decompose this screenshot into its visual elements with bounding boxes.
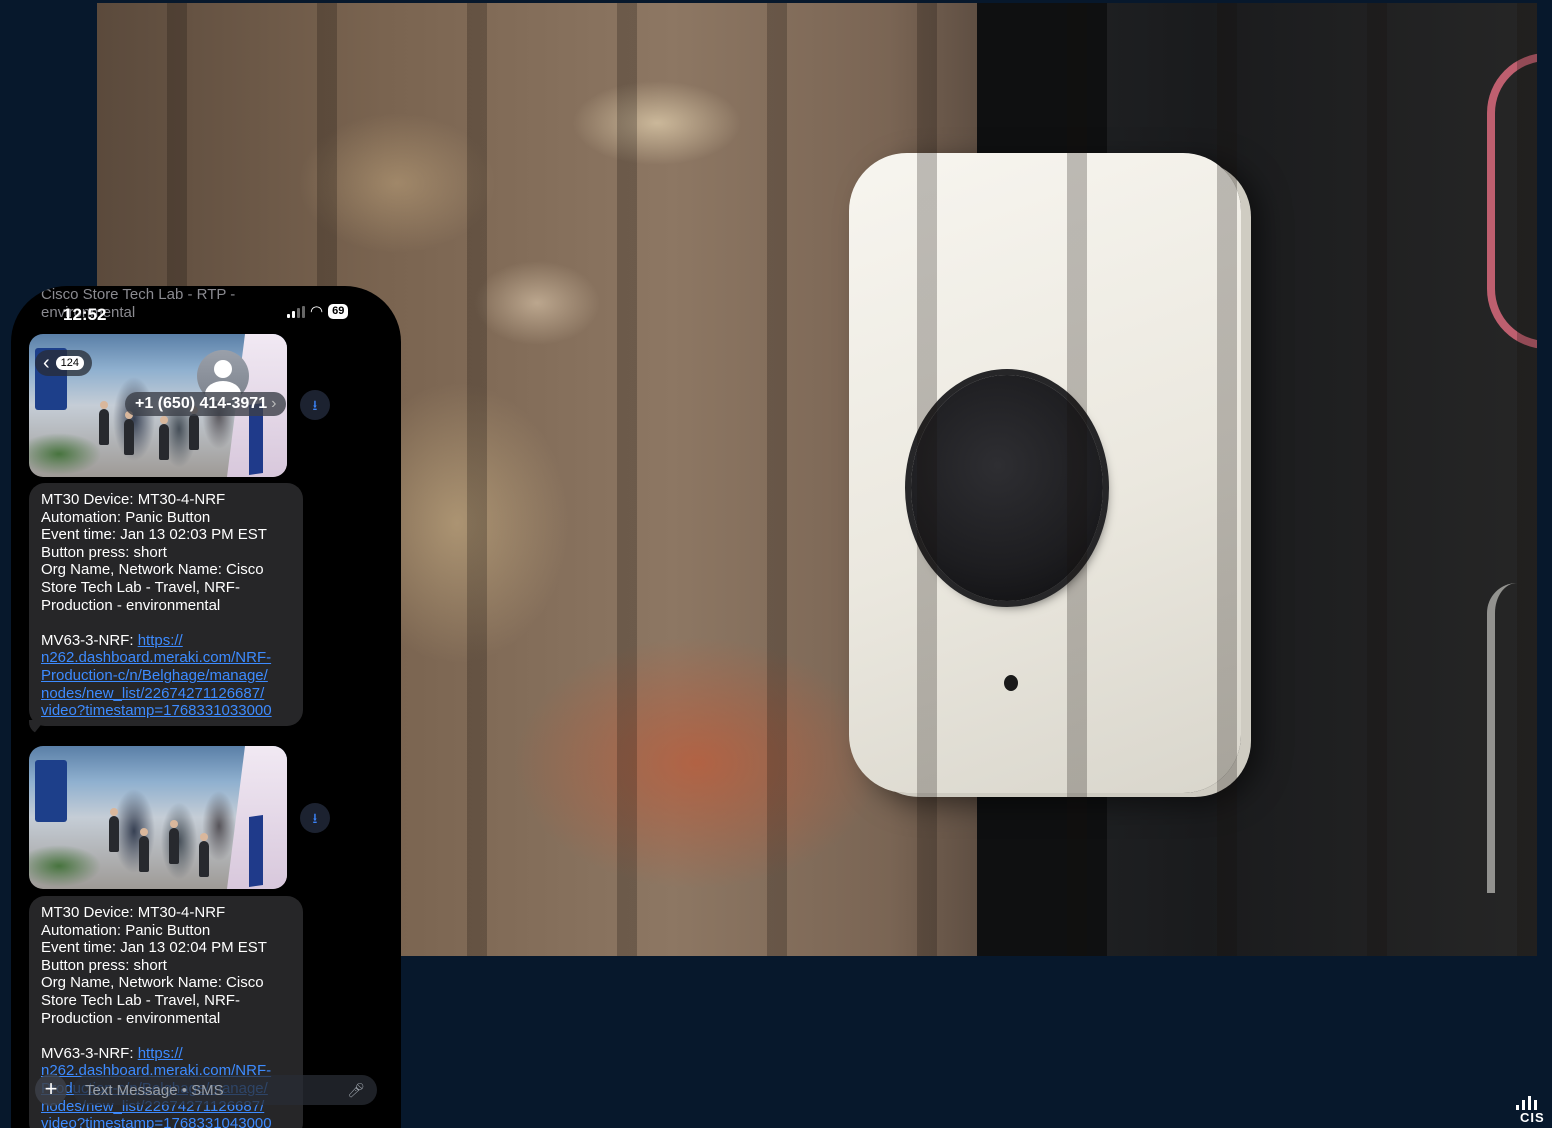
microphone-icon[interactable]: 🎤︎ bbox=[347, 1082, 365, 1099]
chevron-right-icon: › bbox=[271, 395, 277, 412]
chevron-left-icon: ‹ bbox=[43, 352, 50, 374]
chalk-graphic bbox=[1487, 583, 1537, 893]
battery-icon: 69 bbox=[328, 304, 349, 319]
camera-label: MV63-3-NRF: bbox=[41, 1044, 138, 1062]
plus-button[interactable]: + bbox=[35, 1074, 67, 1106]
compose-bar: + Text Message • SMS 🎤︎ bbox=[35, 1073, 377, 1107]
contact-name-button[interactable]: +1 (650) 414-3971 › bbox=[125, 392, 287, 416]
door-panel bbox=[977, 3, 1537, 956]
status-led bbox=[1004, 675, 1018, 691]
door-frame bbox=[977, 3, 1107, 956]
save-to-photos-icon[interactable]: ⭳ bbox=[300, 390, 330, 420]
panic-button-cap bbox=[911, 375, 1103, 601]
wifi-icon: ◠ bbox=[310, 302, 324, 320]
status-bar-icons: ◠ 69 bbox=[287, 302, 349, 320]
pink-graphic bbox=[1487, 53, 1537, 349]
contact-number: +1 (650) 414-3971 bbox=[135, 395, 268, 412]
save-to-photos-icon[interactable]: ⭳ bbox=[300, 803, 330, 833]
camera-label: MV63-3-NRF: bbox=[41, 631, 138, 649]
message-text: MT30 Device: MT30-4-NRF Automation: Pani… bbox=[41, 491, 267, 614]
phone-messages-screen: Cisco Store Tech Lab - RTP - environment… bbox=[11, 286, 401, 1128]
signal-icon bbox=[287, 305, 305, 318]
message-text: MT30 Device: MT30-4-NRF Automation: Pani… bbox=[41, 904, 267, 1027]
message-input[interactable]: Text Message • SMS 🎤︎ bbox=[73, 1075, 377, 1105]
mt30-panic-button-device bbox=[849, 153, 1241, 793]
cisco-logo: CIS bbox=[1512, 1096, 1552, 1128]
camera-snapshot-2[interactable] bbox=[29, 746, 287, 889]
message-bubble: MT30 Device: MT30-4-NRF Automation: Pani… bbox=[29, 483, 303, 726]
faded-header-line1: Cisco Store Tech Lab - RTP - bbox=[41, 286, 236, 303]
back-button[interactable]: ‹ 124 bbox=[35, 350, 93, 376]
message-input-placeholder: Text Message • SMS bbox=[85, 1081, 224, 1099]
unread-badge: 124 bbox=[55, 356, 85, 370]
cisco-logo-text: CIS bbox=[1520, 1110, 1545, 1125]
status-time: 12:52 bbox=[63, 305, 107, 324]
